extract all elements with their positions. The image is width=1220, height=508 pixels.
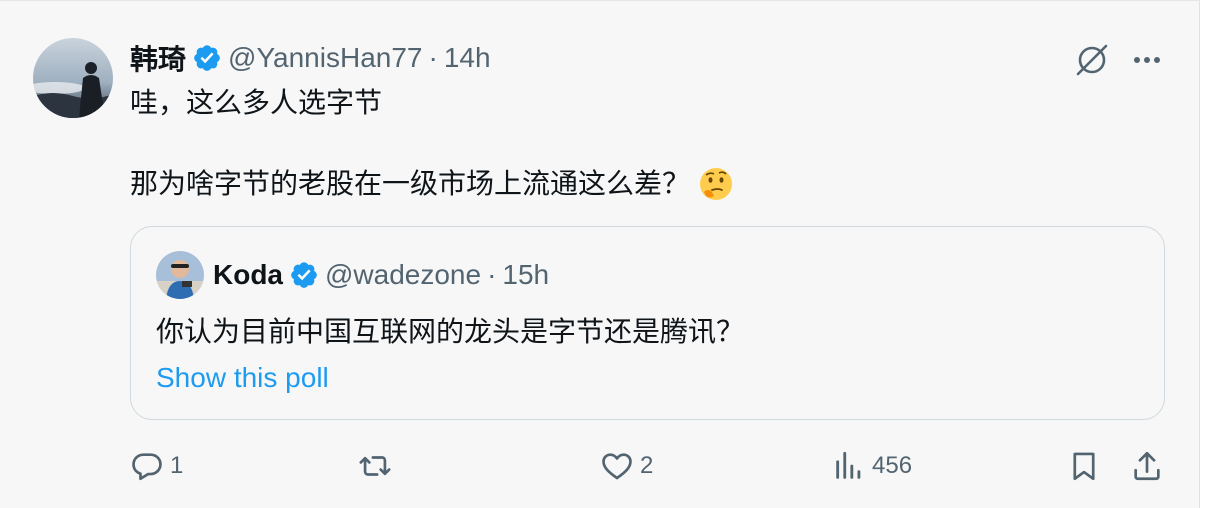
more-options-icon[interactable] — [1128, 45, 1166, 75]
thinking-face-icon — [700, 168, 733, 200]
quote-time[interactable]: 15h — [502, 259, 549, 291]
quote-tweet-card[interactable]: Koda @wadezone · 15h 你认为目前中国互联网的龙头是字节还是腾… — [130, 226, 1165, 420]
show-poll-link[interactable]: Show this poll — [156, 361, 329, 395]
share-button[interactable] — [1130, 446, 1164, 486]
verified-badge-icon[interactable] — [289, 260, 319, 290]
quote-author-handle[interactable]: @wadezone — [325, 259, 481, 291]
author-name[interactable]: 韩琦 — [130, 38, 186, 78]
quote-author-name[interactable]: Koda — [213, 259, 283, 291]
like-button[interactable]: 2 — [600, 446, 653, 486]
retweet-button[interactable] — [358, 446, 398, 486]
quote-author-avatar[interactable] — [156, 251, 204, 299]
views-button[interactable]: 456 — [832, 446, 912, 486]
tweet-text-line: 哇，这么多人选字节 — [130, 87, 383, 118]
right-gutter — [1200, 0, 1220, 508]
reply-count: 1 — [170, 452, 184, 479]
author-handle[interactable]: @YannisHan77 — [228, 42, 422, 74]
tweet-time[interactable]: 14h — [444, 42, 491, 74]
share-icon — [1134, 451, 1160, 481]
separator-dot: · — [487, 259, 497, 290]
action-bar: 1 2 456 — [0, 446, 1200, 486]
tweet-header: 韩琦 @YannisHan77 · 14h — [130, 40, 491, 76]
like-count: 2 — [640, 452, 654, 479]
heart-icon — [602, 453, 632, 480]
bookmark-button[interactable] — [1067, 446, 1101, 486]
retweet-icon — [359, 456, 391, 476]
grok-icon[interactable] — [1072, 42, 1112, 78]
reply-icon — [132, 453, 162, 481]
author-avatar[interactable] — [33, 38, 113, 118]
quote-text: 你认为目前中国互联网的龙头是字节还是腾讯？ — [156, 316, 745, 347]
views-count: 456 — [872, 452, 913, 479]
separator-dot: · — [428, 42, 438, 73]
tweet-text-line: 那为啥字节的老股在一级市场上流通这么差？ — [130, 166, 734, 202]
verified-badge-icon[interactable] — [192, 43, 222, 73]
tweet-text: 那为啥字节的老股在一级市场上流通这么差？ — [130, 168, 691, 199]
bookmark-icon — [1073, 452, 1095, 481]
avatar-photo — [33, 38, 113, 118]
reply-button[interactable]: 1 — [130, 446, 183, 486]
views-chart-icon — [836, 451, 861, 479]
quote-avatar-photo — [156, 251, 204, 299]
quote-header: Koda @wadezone · 15h — [213, 255, 549, 295]
